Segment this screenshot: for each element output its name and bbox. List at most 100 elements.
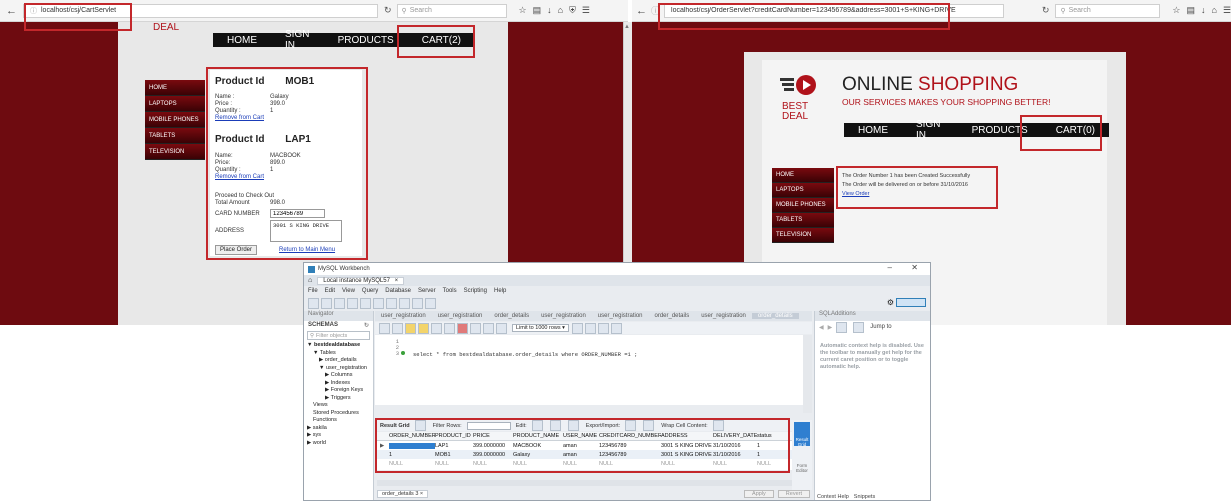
- editor-tab[interactable]: user_registration: [592, 313, 649, 319]
- new-sql-tab-icon[interactable]: [308, 297, 319, 309]
- sidebar-item-laptops[interactable]: LAPTOPS: [772, 183, 834, 198]
- help-manual-icon[interactable]: [853, 321, 865, 333]
- sql-editor[interactable]: 1 2 3 select * from bestdealdatabase.ord…: [375, 335, 803, 405]
- menu-server[interactable]: Server: [418, 288, 436, 294]
- grid-cell[interactable]: MACBOOK: [513, 443, 563, 449]
- grid-cell[interactable]: 399.0000000: [473, 443, 513, 449]
- connection-tab[interactable]: Local instance MySQL57 ×: [317, 276, 405, 285]
- grid-cell[interactable]: NULL: [713, 461, 757, 467]
- scroll-up-icon[interactable]: ▲: [624, 24, 630, 30]
- grid-cell[interactable]: 123456789: [599, 443, 661, 449]
- editor-tab[interactable]: order_details: [649, 313, 696, 319]
- import-icon[interactable]: [643, 420, 655, 431]
- grid-cell[interactable]: NULL: [757, 461, 777, 467]
- tree-item-indexes[interactable]: ▶ Indexes: [307, 380, 373, 388]
- nav-cart[interactable]: CART(2): [408, 35, 475, 46]
- remove-from-cart-link[interactable]: Remove from Cart: [215, 174, 355, 181]
- grid-cell[interactable]: 31/10/2016: [713, 443, 757, 449]
- menu-view[interactable]: View: [342, 288, 355, 294]
- tree-item-order-details[interactable]: ▶ order_details: [307, 357, 373, 365]
- grid-cell[interactable]: 1: [757, 452, 777, 458]
- right-url-bar[interactable]: localhost/csj/OrderServlet?creditCardNum…: [664, 3, 1004, 18]
- download-icon[interactable]: ↓: [1201, 5, 1206, 16]
- snippets-tab[interactable]: Snippets: [854, 494, 875, 500]
- clipboard-icon[interactable]: ▤: [533, 5, 542, 16]
- help-back-icon[interactable]: ◀: [819, 324, 824, 331]
- grid-view-icon[interactable]: [414, 420, 426, 431]
- create-schema-icon[interactable]: [347, 297, 358, 309]
- sidebar-item-mobile[interactable]: MOBILE PHONES: [145, 112, 205, 128]
- editor-tab[interactable]: order_details: [488, 313, 535, 319]
- column-header[interactable]: ADDRESS: [661, 433, 713, 439]
- left-search-box[interactable]: ⚲ Search: [396, 3, 507, 18]
- result-grid-side-button[interactable]: Result Grid: [794, 422, 810, 447]
- grid-cell[interactable]: 123456789: [599, 452, 661, 458]
- forward-icon[interactable]: ⓘ: [651, 4, 660, 17]
- help-forward-icon[interactable]: ▶: [828, 324, 833, 331]
- grid-cell[interactable]: aman: [563, 452, 599, 458]
- grid-cell[interactable]: 3001 S KING DRIVE: [661, 452, 713, 458]
- column-header[interactable]: ORDER_NUMBER: [389, 433, 435, 439]
- nav-products[interactable]: PRODUCTS: [958, 125, 1042, 136]
- save-icon[interactable]: [392, 322, 403, 334]
- create-function-icon[interactable]: [399, 297, 410, 309]
- place-order-button[interactable]: Place Order: [215, 245, 258, 255]
- menu-help[interactable]: Help: [494, 288, 506, 294]
- star-icon[interactable]: ☆: [1172, 5, 1180, 16]
- grid-cell[interactable]: NULL: [599, 461, 661, 467]
- menu-icon[interactable]: ☰: [1223, 5, 1231, 16]
- nav-products[interactable]: PRODUCTS: [324, 35, 408, 46]
- table-row[interactable]: 1 MOB1 399.0000000 Galaxy aman 123456789…: [377, 450, 792, 459]
- apply-button[interactable]: Apply: [744, 490, 774, 498]
- minimize-icon[interactable]: –: [888, 263, 892, 272]
- create-procedure-icon[interactable]: [386, 297, 397, 309]
- menu-scripting[interactable]: Scripting: [464, 288, 487, 294]
- tree-item-views[interactable]: Views: [307, 402, 373, 410]
- nav-home[interactable]: HOME: [213, 35, 271, 46]
- right-search-box[interactable]: ⚲ Search: [1055, 3, 1161, 18]
- invisible-chars-icon[interactable]: [597, 322, 609, 334]
- stop-icon[interactable]: [444, 322, 455, 334]
- reload-icon[interactable]: ↻: [1042, 5, 1050, 16]
- result-tab[interactable]: order_details 3 ×: [377, 490, 429, 498]
- commit-icon[interactable]: [470, 322, 481, 334]
- form-editor-side-button[interactable]: Form Editor: [794, 448, 810, 473]
- grid-cell[interactable]: 1: [757, 443, 777, 449]
- back-icon[interactable]: ←: [6, 5, 17, 17]
- refresh-schemas-icon[interactable]: ↻: [364, 322, 369, 329]
- toggle-error-icon[interactable]: [457, 322, 468, 334]
- sidebar-item-home[interactable]: HOME: [772, 168, 834, 183]
- sidebar-item-tablets[interactable]: TABLETS: [772, 213, 834, 228]
- wrap-lines-icon[interactable]: [610, 322, 622, 334]
- grid-cell[interactable]: MOB1: [435, 452, 473, 458]
- sidebar-item-television[interactable]: TELEVISION: [772, 228, 834, 243]
- return-main-menu-link[interactable]: Return to Main Menu: [279, 247, 335, 253]
- tree-item-columns[interactable]: ▶ Columns: [307, 372, 373, 380]
- execute-current-icon[interactable]: [418, 322, 429, 334]
- tree-item-foreign-keys[interactable]: ▶ Foreign Keys: [307, 387, 373, 395]
- grid-cell[interactable]: NULL: [473, 461, 513, 467]
- left-url-bar[interactable]: ⓘ localhost/csj/CartServlet: [23, 3, 378, 18]
- table-row[interactable]: ▶ 1 LAP1 399.0000000 MACBOOK aman 123456…: [377, 441, 792, 450]
- edit-row-icon[interactable]: [531, 420, 543, 431]
- sidebar-item-tablets[interactable]: TABLETS: [145, 128, 205, 144]
- editor-scrollbar[interactable]: [803, 335, 812, 413]
- tree-item-bestdeal[interactable]: ▼ bestdealdatabase: [307, 342, 373, 350]
- find-icon[interactable]: [584, 322, 596, 334]
- grid-cell[interactable]: aman: [563, 443, 599, 449]
- settings-icon[interactable]: ⚙: [887, 298, 894, 307]
- tree-item-user-registration[interactable]: ▼ user_registration: [307, 365, 373, 373]
- explain-icon[interactable]: [431, 322, 442, 334]
- revert-button[interactable]: Revert: [777, 490, 810, 498]
- grid-cell[interactable]: 1: [389, 452, 435, 458]
- editor-tab-active[interactable]: order_details: [751, 313, 799, 319]
- grid-cell[interactable]: NULL: [389, 461, 435, 467]
- grid-cell[interactable]: NULL: [563, 461, 599, 467]
- tree-item-triggers[interactable]: ▶ Triggers: [307, 395, 373, 403]
- menu-icon[interactable]: ☰: [582, 5, 590, 16]
- filter-rows-input[interactable]: [466, 421, 511, 430]
- grid-cell[interactable]: 31/10/2016: [713, 452, 757, 458]
- column-header[interactable]: CREDITCARD_NUMBER: [599, 433, 661, 439]
- menu-query[interactable]: Query: [362, 288, 378, 294]
- column-header[interactable]: status: [757, 433, 777, 439]
